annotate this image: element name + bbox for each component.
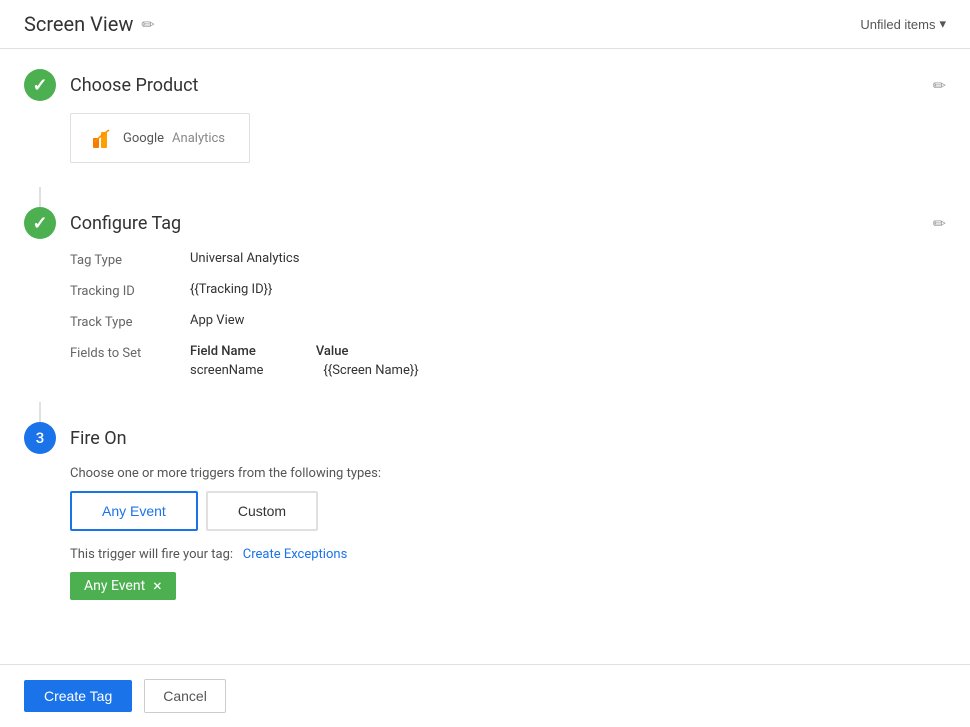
- chip-close-icon[interactable]: ×: [153, 578, 162, 594]
- tag-type-label: Tag Type: [70, 251, 190, 268]
- step2-title: Configure Tag: [70, 213, 181, 234]
- create-exceptions-link[interactable]: Create Exceptions: [243, 547, 348, 562]
- main-container: Screen View ✏ Unfiled items ▾ ✓ Choose P…: [0, 0, 970, 727]
- tag-type-value: Universal Analytics: [190, 251, 946, 266]
- step2-header: ✓ Configure Tag ✏: [24, 207, 946, 239]
- active-trigger-chip: Any Event ×: [70, 572, 176, 600]
- step3-header-left: 3 Fire On: [24, 422, 127, 454]
- fields-to-set-label: Fields to Set: [70, 344, 190, 361]
- footer-bar: Create Tag Cancel: [0, 664, 970, 727]
- fields-row: screenName {{Screen Name}}: [190, 363, 946, 378]
- step2-checkmark: ✓: [32, 213, 47, 234]
- step2-icon: ✓: [24, 207, 56, 239]
- content-area: ✓ Choose Product ✏: [0, 49, 970, 664]
- step1-checkmark: ✓: [32, 75, 47, 96]
- step3-number: 3: [36, 429, 45, 447]
- header-title-area: Screen View ✏: [24, 12, 155, 36]
- google-analytics-card: Google Analytics: [70, 113, 250, 163]
- fields-table: Field Name Value screenName {{Screen Nam…: [190, 344, 946, 378]
- fire-text-static: This trigger will fire your tag:: [70, 547, 233, 562]
- step3-header: 3 Fire On: [24, 422, 946, 454]
- step1-header-left: ✓ Choose Product: [24, 69, 198, 101]
- ga-google-text: Google: [123, 131, 164, 146]
- step2-content: Tag Type Universal Analytics Tracking ID…: [70, 251, 946, 378]
- fields-header: Field Name Value: [190, 344, 946, 359]
- value-header: Value: [316, 344, 349, 359]
- active-trigger-label: Any Event: [84, 578, 145, 594]
- connector-line-1: [39, 187, 41, 207]
- field-name-value: screenName: [190, 363, 263, 378]
- tracking-id-label: Tracking ID: [70, 282, 190, 299]
- step2-header-left: ✓ Configure Tag: [24, 207, 181, 239]
- step3-title: Fire On: [70, 428, 127, 449]
- unfiled-label: Unfiled items: [860, 17, 935, 32]
- page-title: Screen View: [24, 12, 133, 36]
- any-event-trigger-button[interactable]: Any Event: [70, 491, 198, 531]
- step3-icon: 3: [24, 422, 56, 454]
- triggers-prompt: Choose one or more triggers from the fol…: [70, 466, 946, 481]
- step1-edit-icon[interactable]: ✏: [933, 76, 946, 95]
- trigger-fire-text: This trigger will fire your tag: Create …: [70, 547, 946, 562]
- step3-section: 3 Fire On Choose one or more triggers fr…: [24, 422, 946, 600]
- title-edit-icon[interactable]: ✏: [141, 15, 154, 34]
- step1-section: ✓ Choose Product ✏: [24, 69, 946, 163]
- header-bar: Screen View ✏ Unfiled items ▾: [0, 0, 970, 49]
- step2-section: ✓ Configure Tag ✏ Tag Type Universal Ana…: [24, 207, 946, 378]
- connector-line-2: [39, 402, 41, 422]
- step1-icon: ✓: [24, 69, 56, 101]
- field-value: {{Screen Name}}: [323, 363, 418, 378]
- create-tag-button[interactable]: Create Tag: [24, 680, 132, 712]
- step2-edit-icon[interactable]: ✏: [933, 214, 946, 233]
- ga-logo-icon: [87, 124, 115, 152]
- track-type-label: Track Type: [70, 313, 190, 330]
- ga-analytics-text: Analytics: [172, 131, 225, 146]
- step1-header: ✓ Choose Product ✏: [24, 69, 946, 101]
- custom-trigger-button[interactable]: Custom: [206, 491, 318, 531]
- step1-title: Choose Product: [70, 75, 198, 96]
- step1-content: Google Analytics: [70, 113, 946, 163]
- trigger-options: Any Event Custom: [70, 491, 946, 531]
- step3-content: Choose one or more triggers from the fol…: [70, 466, 946, 600]
- cancel-button[interactable]: Cancel: [144, 679, 226, 713]
- track-type-value: App View: [190, 313, 946, 328]
- unfiled-items-button[interactable]: Unfiled items ▾: [860, 16, 946, 32]
- field-name-header: Field Name: [190, 344, 256, 359]
- tracking-id-value: {{Tracking ID}}: [190, 282, 946, 297]
- chevron-down-icon: ▾: [939, 16, 946, 32]
- tag-details-grid: Tag Type Universal Analytics Tracking ID…: [70, 251, 946, 378]
